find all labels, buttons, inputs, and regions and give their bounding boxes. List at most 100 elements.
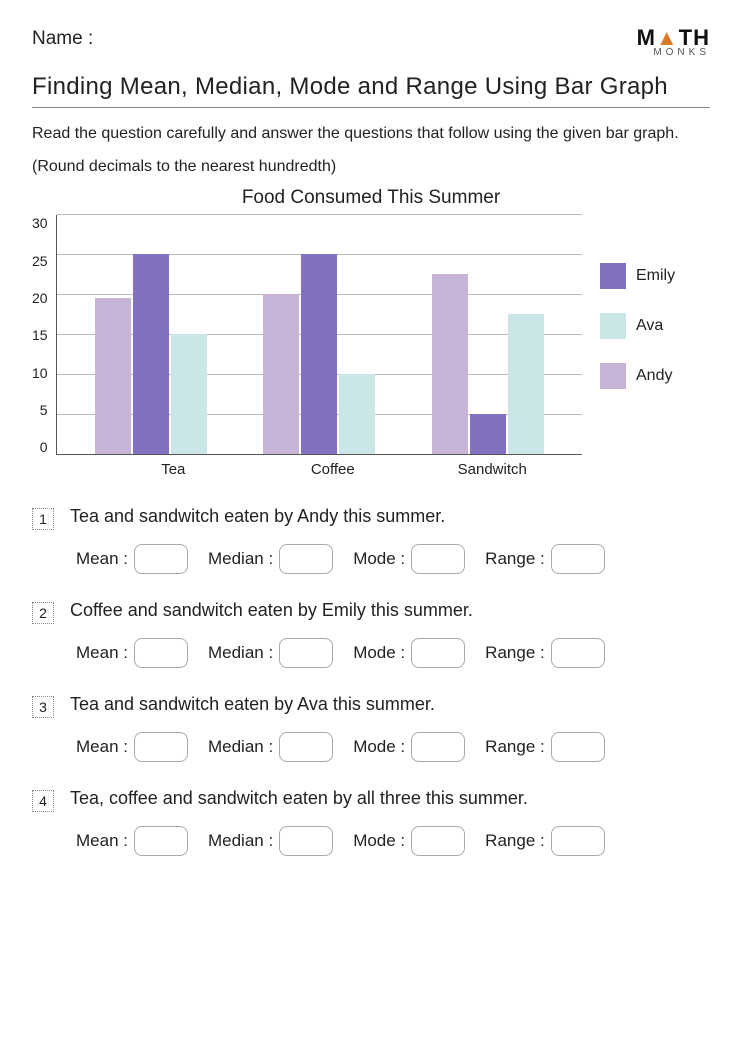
legend: Emily Ava Andy [600,263,710,389]
y-tick: 10 [32,365,48,381]
median-input[interactable] [279,732,333,762]
bar-andy [263,294,299,454]
mean-label: Mean : [76,737,128,757]
legend-item-emily: Emily [600,263,710,289]
mean-input[interactable] [134,544,188,574]
title-divider [32,107,710,108]
mode-input[interactable] [411,544,465,574]
answer-row: Mean : Median : Mode : Range : [76,638,710,668]
median-field: Median : [208,732,333,762]
range-field: Range : [485,826,605,856]
y-tick: 25 [32,253,48,269]
legend-item-ava: Ava [600,313,710,339]
question-text: Coffee and sandwitch eaten by Emily this… [70,600,473,621]
bar-ava [508,314,544,454]
mean-input[interactable] [134,638,188,668]
mode-field: Mode : [353,544,465,574]
mean-field: Mean : [76,638,188,668]
range-label: Range : [485,643,545,663]
mode-field: Mode : [353,638,465,668]
x-axis: Tea Coffee Sandwitch [84,461,582,478]
y-axis: 30 25 20 15 10 5 0 [32,215,48,455]
question-number: 3 [32,696,54,718]
brand-logo: M▲TH MONKS [637,28,710,57]
mean-field: Mean : [76,826,188,856]
median-label: Median : [208,549,273,569]
mode-field: Mode : [353,826,465,856]
legend-label: Ava [636,317,663,335]
range-label: Range : [485,737,545,757]
bar-andy [95,298,131,454]
range-field: Range : [485,544,605,574]
answer-row: Mean : Median : Mode : Range : [76,732,710,762]
median-field: Median : [208,826,333,856]
median-field: Median : [208,544,333,574]
y-tick: 5 [40,402,48,418]
bar-andy [432,274,468,454]
median-input[interactable] [279,826,333,856]
median-label: Median : [208,737,273,757]
range-input[interactable] [551,732,605,762]
plot-area [56,215,582,455]
bar-emily [470,414,506,454]
y-tick: 0 [40,439,48,455]
mean-label: Mean : [76,643,128,663]
mean-label: Mean : [76,831,128,851]
answer-row: Mean : Median : Mode : Range : [76,544,710,574]
question-text: Tea, coffee and sandwitch eaten by all t… [70,788,528,809]
mode-field: Mode : [353,732,465,762]
range-label: Range : [485,549,545,569]
question-text: Tea and sandwitch eaten by Ava this summ… [70,694,435,715]
chart-title: Food Consumed This Summer [32,187,710,209]
name-label: Name : [32,28,93,50]
question-number: 4 [32,790,54,812]
x-tick: Tea [113,461,233,478]
mean-label: Mean : [76,549,128,569]
mode-label: Mode : [353,831,405,851]
mode-label: Mode : [353,549,405,569]
answer-row: Mean : Median : Mode : Range : [76,826,710,856]
question-number: 2 [32,602,54,624]
range-input[interactable] [551,826,605,856]
median-input[interactable] [279,544,333,574]
mean-input[interactable] [134,826,188,856]
question-number: 1 [32,508,54,530]
mean-input[interactable] [134,732,188,762]
bar-ava [339,374,375,454]
y-tick: 30 [32,215,48,231]
question: 1 Tea and sandwitch eaten by Andy this su… [32,506,710,530]
instructions-line-1: Read the question carefully and answer t… [32,122,710,147]
median-label: Median : [208,643,273,663]
mode-label: Mode : [353,737,405,757]
mode-label: Mode : [353,643,405,663]
legend-item-andy: Andy [600,363,710,389]
mean-field: Mean : [76,732,188,762]
bar-ava [171,334,207,454]
range-input[interactable] [551,638,605,668]
bar-group [91,254,211,454]
question: 4 Tea, coffee and sandwitch eaten by all … [32,788,710,812]
question: 2 Coffee and sandwitch eaten by Emily thi… [32,600,710,624]
bar-group [259,254,379,454]
range-input[interactable] [551,544,605,574]
bar-emily [301,254,337,454]
y-tick: 15 [32,327,48,343]
swatch-icon [600,363,626,389]
page-title: Finding Mean, Median, Mode and Range Usi… [32,73,710,101]
mean-field: Mean : [76,544,188,574]
bar-chart: 30 25 20 15 10 5 0 Tea Coffee Sandwitch … [32,215,710,478]
question-text: Tea and sandwitch eaten by Andy this sum… [70,506,445,527]
question: 3 Tea and sandwitch eaten by Ava this sum… [32,694,710,718]
median-input[interactable] [279,638,333,668]
y-tick: 20 [32,290,48,306]
mode-input[interactable] [411,732,465,762]
instructions-line-2: (Round decimals to the nearest hundredth… [32,155,710,180]
swatch-icon [600,263,626,289]
median-label: Median : [208,831,273,851]
legend-label: Emily [636,267,675,285]
bar-emily [133,254,169,454]
mode-input[interactable] [411,826,465,856]
median-field: Median : [208,638,333,668]
range-label: Range : [485,831,545,851]
mode-input[interactable] [411,638,465,668]
